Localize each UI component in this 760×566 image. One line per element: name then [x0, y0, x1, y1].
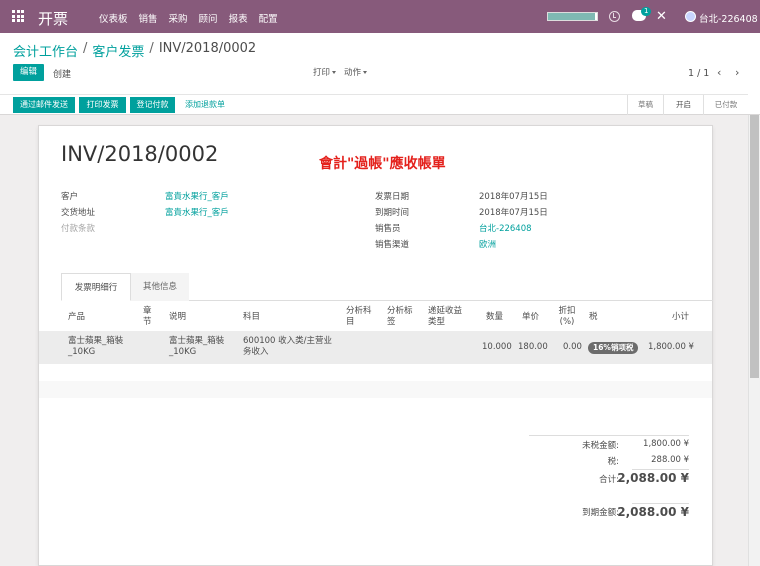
sidebar-actions: 打印 动作 [313, 66, 375, 78]
delivery-address-label: 交货地址 [61, 208, 96, 218]
untaxed-value: 1,800.00 ¥ [643, 439, 689, 449]
row-description[interactable]: 富士蘋果_箱裝_10KG [169, 336, 239, 358]
row-tax-badge: 16%销项税 [588, 342, 639, 354]
stage-open[interactable]: 开启 [663, 95, 703, 115]
app-title: 开票 [38, 10, 69, 28]
action-label: 动作 [344, 68, 362, 78]
caret-down-icon [363, 71, 368, 74]
add-credit-note-button[interactable]: 添加退款单 [185, 97, 225, 113]
menu-item-dashboard[interactable]: 仪表板 [99, 11, 128, 25]
customer-label: 客户 [61, 192, 79, 202]
progress-bar [547, 12, 598, 21]
breadcrumb-current: INV/2018/0002 [158, 41, 257, 56]
header-description[interactable]: 说明 [169, 312, 186, 323]
due-divider [632, 503, 689, 504]
amount-due-label: 到期金额: [582, 508, 619, 518]
header-section[interactable]: 章节 [143, 306, 155, 328]
tab-bar: 发票明细行 其他信息 [61, 273, 713, 301]
pager-next-button[interactable]: › [735, 66, 739, 79]
totals-divider [529, 435, 689, 436]
due-date-value: 2018年07月15日 [479, 208, 548, 218]
user-avatar[interactable] [685, 11, 696, 22]
activity-clock-icon[interactable] [609, 11, 620, 22]
status-bar: 通过邮件发送 打印发票 登记付款 添加退款单 草稿 开启 已付款 [0, 94, 748, 115]
breadcrumb-separator: / [83, 41, 88, 56]
tab-other-info[interactable]: 其他信息 [131, 273, 189, 301]
header-analytic-tags[interactable]: 分析标签 [387, 306, 419, 328]
tax-value: 288.00 ¥ [651, 455, 689, 465]
salesperson-value[interactable]: 台北-226408 [479, 222, 532, 234]
total-value: 2,088.00 ¥ [617, 471, 689, 485]
menu-item-purchase[interactable]: 采购 [169, 11, 188, 25]
tab-invoice-lines[interactable]: 发票明细行 [61, 273, 131, 301]
payment-terms-label: 付款条款 [61, 224, 96, 234]
header-discount[interactable]: 折扣(%) [557, 306, 577, 328]
header-analytic-account[interactable]: 分析科目 [346, 306, 378, 328]
top-navbar: 开票 仪表板 销售 采购 顾问 报表 配置 1 ✕ 台北-226408 [0, 0, 760, 33]
scrollbar[interactable] [748, 115, 760, 566]
header-quantity[interactable]: 数量 [486, 312, 503, 323]
sales-channel-value[interactable]: 欧洲 [479, 238, 496, 250]
pager-previous-button[interactable]: ‹ [717, 66, 721, 79]
stage-draft[interactable]: 草稿 [627, 95, 663, 115]
top-menu: 仪表板 销售 采购 顾问 报表 配置 [99, 11, 289, 25]
row-quantity[interactable]: 10.000 [482, 342, 512, 353]
menu-item-config[interactable]: 配置 [259, 11, 278, 25]
apps-menu-icon[interactable] [12, 10, 24, 22]
print-invoice-button[interactable]: 打印发票 [79, 97, 126, 113]
amount-due-value: 2,088.00 ¥ [617, 505, 689, 519]
breadcrumb-separator: / [149, 41, 154, 56]
stage-paid[interactable]: 已付款 [703, 95, 748, 115]
header-account[interactable]: 科目 [243, 312, 260, 323]
empty-row [39, 381, 712, 398]
progress-fill [548, 13, 595, 20]
scrollbar-thumb[interactable] [750, 115, 759, 378]
total-label: 合计: [599, 475, 619, 485]
salesperson-label: 销售员 [375, 224, 401, 234]
invoice-sheet: INV/2018/0002 會計"過帳"應收帳單 客户 富貴水果行_客戶 交货地… [38, 125, 713, 566]
pager-value[interactable]: 1 / 1 [688, 68, 709, 79]
caret-down-icon [332, 71, 337, 74]
header-unit-price[interactable]: 单价 [522, 312, 539, 323]
close-icon[interactable]: ✕ [656, 9, 667, 24]
menu-item-reports[interactable]: 报表 [229, 11, 248, 25]
untaxed-label: 未税金额: [582, 441, 619, 451]
edit-button[interactable]: 编辑 [13, 64, 44, 81]
header-product[interactable]: 产品 [68, 312, 85, 323]
row-product[interactable]: 富士蘋果_箱裝_10KG [68, 336, 138, 358]
chat-badge: 1 [641, 7, 652, 16]
row-subtotal: 1,800.00 ¥ [648, 342, 694, 352]
invoice-date-label: 发票日期 [375, 192, 410, 202]
annotation-note: 會計"過帳"應收帳單 [319, 156, 446, 172]
header-deferred-revenue[interactable]: 递延收益类型 [428, 306, 470, 328]
invoice-number: INV/2018/0002 [61, 142, 219, 166]
user-name[interactable]: 台北-226408 [699, 11, 758, 25]
row-unit-price[interactable]: 180.00 [518, 342, 548, 353]
row-account[interactable]: 600100 收入类/主营业务收入 [243, 336, 339, 358]
print-label: 打印 [313, 68, 331, 78]
breadcrumb: 会计工作台 / 客户发票 / INV/2018/0002 [13, 41, 256, 60]
action-dropdown[interactable]: 动作 [344, 66, 368, 78]
total-divider [632, 469, 689, 470]
menu-item-sales[interactable]: 销售 [139, 11, 158, 25]
header-tax[interactable]: 税 [589, 312, 598, 323]
print-dropdown[interactable]: 打印 [313, 66, 337, 78]
header-subtotal[interactable]: 小计 [672, 312, 689, 323]
row-discount[interactable]: 0.00 [563, 342, 582, 353]
due-date-label: 到期时间 [375, 208, 410, 218]
invoice-date-value: 2018年07月15日 [479, 192, 548, 202]
menu-item-advisor[interactable]: 顾问 [199, 11, 218, 25]
register-payment-button[interactable]: 登记付款 [130, 97, 175, 113]
delivery-address-value[interactable]: 富貴水果行_客戶 [165, 206, 229, 218]
breadcrumb-accounting[interactable]: 会计工作台 [13, 41, 78, 60]
breadcrumb-invoices[interactable]: 客户发票 [92, 41, 144, 60]
send-email-button[interactable]: 通过邮件发送 [13, 97, 75, 113]
customer-value[interactable]: 富貴水果行_客戶 [165, 190, 229, 202]
sales-channel-label: 销售渠道 [375, 240, 410, 250]
tax-label: 税: [607, 457, 619, 467]
create-button[interactable]: 创建 [53, 67, 71, 80]
